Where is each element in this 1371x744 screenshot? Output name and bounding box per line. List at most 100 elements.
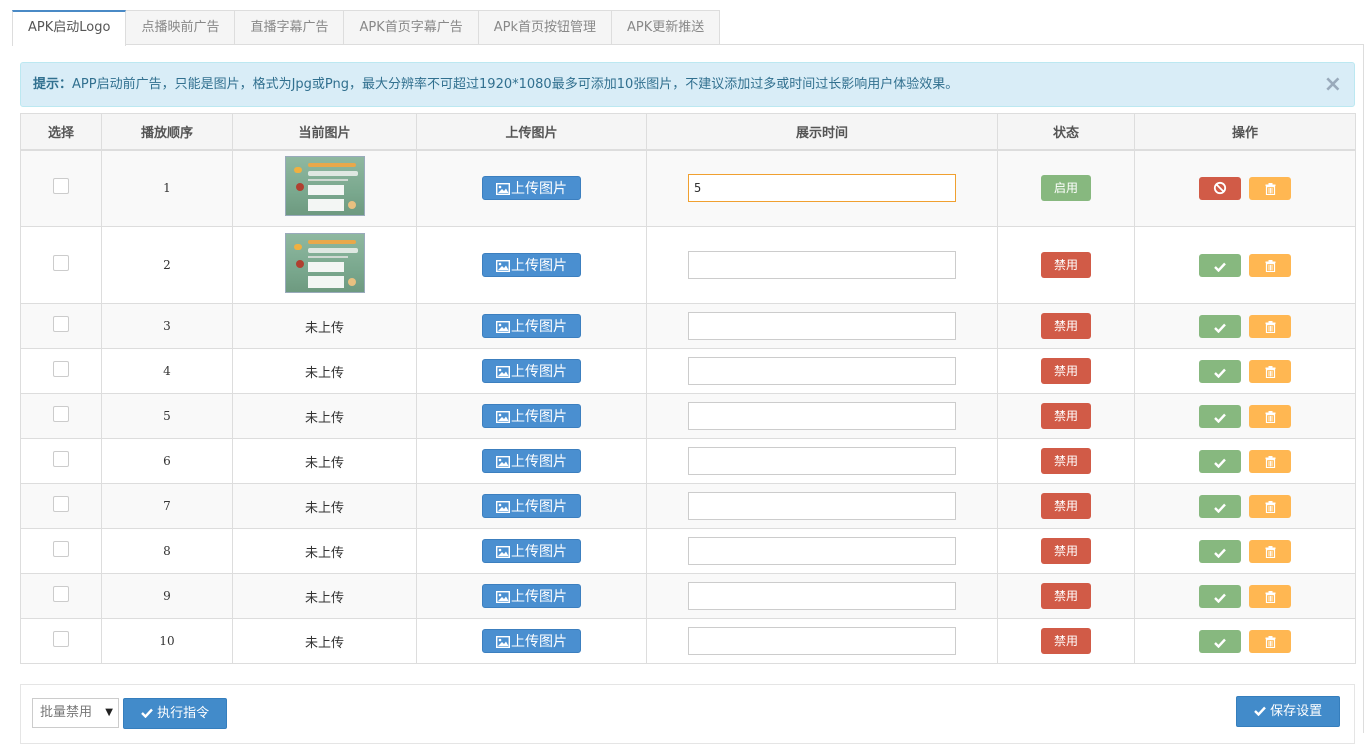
enable-button[interactable] [1199, 494, 1241, 518]
enable-button[interactable] [1199, 314, 1241, 338]
play-order: 1 [163, 180, 171, 195]
order-cell: 5 [101, 393, 233, 439]
status-badge[interactable]: 禁用 [1041, 628, 1091, 654]
delete-button[interactable] [1249, 359, 1291, 383]
current-image-cell: 未上传 [232, 348, 417, 394]
not-uploaded-label: 未上传 [304, 590, 344, 606]
tab-4[interactable]: APk首页按钮管理 [477, 10, 612, 45]
status-badge[interactable]: 禁用 [1041, 252, 1091, 278]
check-icon [1214, 548, 1226, 558]
display-time-input[interactable] [688, 582, 956, 610]
trash-icon [1265, 182, 1275, 195]
delete-button[interactable] [1249, 314, 1291, 338]
tab-3[interactable]: APK首页字幕广告 [343, 10, 479, 45]
save-settings-button[interactable]: 保存设置 [1236, 696, 1340, 727]
status-badge[interactable]: 禁用 [1041, 403, 1091, 429]
delete-button[interactable] [1249, 253, 1291, 277]
image-icon [495, 500, 511, 514]
status-cell: 禁用 [997, 618, 1135, 664]
row-checkbox[interactable] [53, 451, 69, 467]
batch-action-select[interactable]: 批量禁用 ▼ [32, 698, 119, 728]
display-time-input[interactable] [688, 447, 956, 475]
delete-button[interactable] [1249, 404, 1291, 428]
delete-button[interactable] [1249, 629, 1291, 653]
display-time-input[interactable] [688, 251, 956, 279]
display-time-input[interactable] [688, 357, 956, 385]
row-checkbox[interactable] [53, 406, 69, 422]
check-icon [1214, 503, 1226, 513]
upload-image-button[interactable]: 上传图片 [482, 449, 581, 473]
enable-button[interactable] [1199, 449, 1241, 473]
tab-5[interactable]: APK更新推送 [611, 10, 721, 45]
order-cell: 1 [101, 149, 233, 227]
table-row: 10 未上传 上传图片 禁用 [20, 618, 1356, 664]
execute-command-button[interactable]: 执行指令 [123, 698, 227, 729]
delete-button[interactable] [1249, 584, 1291, 608]
upload-image-button[interactable]: 上传图片 [482, 584, 581, 608]
status-badge[interactable]: 禁用 [1041, 538, 1091, 564]
upload-image-button[interactable]: 上传图片 [482, 494, 581, 518]
enable-button[interactable] [1199, 584, 1241, 608]
not-uploaded-label: 未上传 [304, 545, 344, 561]
tab-1[interactable]: 点播映前广告 [125, 10, 236, 45]
row-checkbox[interactable] [53, 361, 69, 377]
enable-button[interactable] [1199, 539, 1241, 563]
order-cell: 3 [101, 303, 233, 349]
display-time-input[interactable] [688, 627, 956, 655]
display-time-input[interactable] [688, 174, 956, 203]
tab-2[interactable]: 直播字幕广告 [234, 10, 345, 45]
status-badge[interactable]: 启用 [1041, 175, 1091, 202]
upload-image-button[interactable]: 上传图片 [482, 359, 581, 383]
upload-cell: 上传图片 [416, 303, 647, 349]
upload-image-button[interactable]: 上传图片 [482, 404, 581, 428]
upload-cell: 上传图片 [416, 393, 647, 439]
delete-button[interactable] [1249, 449, 1291, 473]
current-image-cell: 未上传 [232, 528, 417, 574]
col-header-actions: 操作 [1134, 113, 1356, 151]
status-badge[interactable]: 禁用 [1041, 583, 1091, 609]
row-checkbox[interactable] [53, 316, 69, 332]
enable-button[interactable] [1199, 404, 1241, 428]
disable-button[interactable] [1199, 176, 1241, 200]
upload-image-button[interactable]: 上传图片 [482, 176, 581, 201]
enable-button[interactable] [1199, 359, 1241, 383]
row-checkbox[interactable] [53, 541, 69, 557]
image-icon [495, 590, 511, 604]
display-time-input[interactable] [688, 402, 956, 430]
check-icon [1214, 262, 1226, 272]
row-checkbox[interactable] [53, 178, 69, 195]
actions-cell [1134, 483, 1356, 529]
delete-button[interactable] [1249, 494, 1291, 518]
enable-button[interactable] [1199, 253, 1241, 277]
delete-button[interactable] [1249, 539, 1291, 563]
status-badge[interactable]: 禁用 [1041, 493, 1091, 519]
row-checkbox[interactable] [53, 255, 69, 271]
upload-image-button[interactable]: 上传图片 [482, 629, 581, 653]
upload-image-button[interactable]: 上传图片 [482, 253, 581, 277]
enable-button[interactable] [1199, 629, 1241, 653]
delete-button[interactable] [1249, 176, 1291, 200]
upload-image-button[interactable]: 上传图片 [482, 539, 581, 563]
display-time-input[interactable] [688, 492, 956, 520]
status-badge[interactable]: 禁用 [1041, 313, 1091, 339]
table-row: 7 未上传 上传图片 禁用 [20, 483, 1356, 529]
select-cell [20, 483, 102, 529]
row-checkbox[interactable] [53, 586, 69, 602]
batch-action-value: 批量禁用 [40, 705, 93, 720]
row-checkbox[interactable] [53, 496, 69, 512]
upload-cell: 上传图片 [416, 483, 647, 529]
display-time-input[interactable] [688, 312, 956, 340]
trash-icon [1265, 590, 1275, 603]
upload-image-button[interactable]: 上传图片 [482, 314, 581, 338]
tab-0[interactable]: APK启动Logo [12, 10, 127, 46]
current-image-cell: 未上传 [232, 393, 417, 439]
display-time-cell [646, 149, 998, 227]
status-badge[interactable]: 禁用 [1041, 448, 1091, 474]
display-time-cell [646, 438, 998, 484]
status-badge[interactable]: 禁用 [1041, 358, 1091, 384]
close-icon[interactable]: × [1324, 63, 1342, 106]
display-time-cell [646, 348, 998, 394]
row-checkbox[interactable] [53, 631, 69, 647]
display-time-input[interactable] [688, 537, 956, 565]
display-time-cell [646, 226, 998, 304]
